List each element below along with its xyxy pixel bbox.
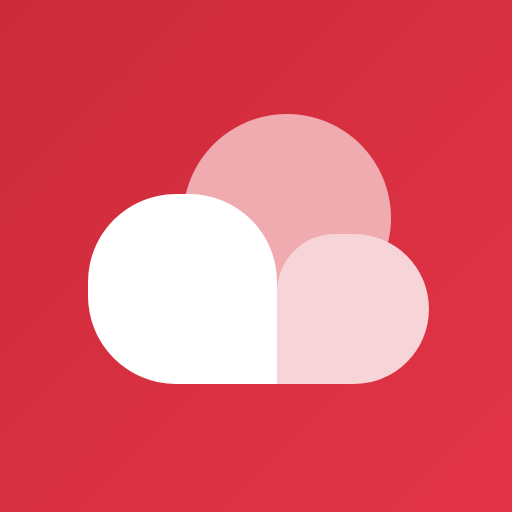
cloud-right-lobe xyxy=(277,234,429,384)
app-icon xyxy=(0,0,512,512)
cloud-left-lobe xyxy=(88,194,277,384)
app-icon-graphic xyxy=(0,0,512,512)
